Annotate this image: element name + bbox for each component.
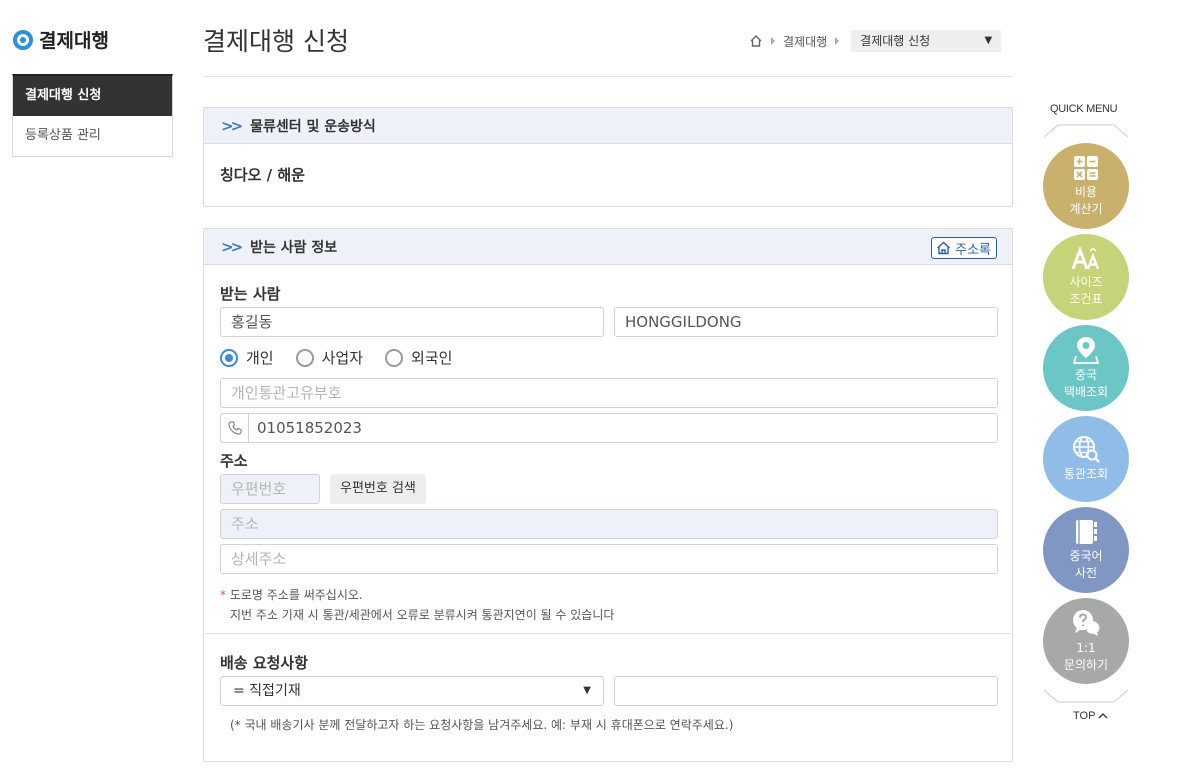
logistics-value: 칭다오 / 해운 [220,166,305,184]
address-book-button[interactable]: 주소록 [931,237,997,259]
chevron-up-icon [1098,713,1108,719]
quick-dictionary-line1: 중국어 [1069,548,1103,563]
quick-cost-line1: 비용 [1074,184,1098,199]
globe-search-icon [1073,436,1100,463]
calculator-icon [1074,155,1098,180]
quick-inquiry-line1: 1:1 [1076,640,1096,655]
quick-tracking-line2: 택배조회 [1063,384,1109,399]
radio-checked-icon [220,348,238,367]
breadcrumb-arrow-icon [771,37,775,45]
section-divider [204,633,1012,634]
delivery-request-note: (* 국내 배송기사 분께 전달하고자 하는 요청사항을 남겨주세요. 예: 부… [230,718,734,732]
page-title: 결제대행 신청 [203,27,349,56]
delivery-request-select[interactable]: = 직접기재 ▼ [220,676,604,706]
book-icon [1076,519,1097,544]
home-icon [937,241,951,255]
sidebar-title-text: 결제대행 [39,30,109,52]
recipient-name-label: 받는 사람 [220,285,281,303]
radio-foreigner-label: 외국인 [411,349,453,367]
quick-china-tracking-button[interactable]: 중국 택배조회 [1043,325,1129,411]
sidebar-title: 결제대행 [13,26,109,53]
breadcrumb: 결제대행 결제대행 신청 ▼ [749,30,1002,52]
address-note: * 도로명 주소를 써주십시오. 지번 주소 기재 시 통관/세관에서 오류로 … [220,585,614,625]
address-note-line1: 도로명 주소를 써주십시오. [229,588,363,602]
sidebar-item-payment-request[interactable]: 결제대행 신청 [13,76,172,116]
logistics-panel: >> 물류센터 및 운송방식 칭다오 / 해운 [203,107,1013,207]
quick-menu-title: QUICK MENU [1050,103,1118,115]
radio-individual-label: 개인 [246,349,274,367]
caret-down-icon: ▼ [583,685,591,696]
header-divider [203,76,1013,77]
quick-chinese-dictionary-button[interactable]: 중국어 사전 [1043,507,1129,593]
quick-dictionary-line2: 사전 [1074,565,1098,580]
quick-menu-top-frame [1044,124,1128,138]
scroll-top-button[interactable]: TOP [1073,710,1108,722]
radio-business-label: 사업자 [321,349,364,367]
recipient-panel-header: >> 받는 사람 정보 주소록 [204,229,1012,265]
quick-customs-lookup-button[interactable]: 통관조회 [1043,416,1129,502]
quick-inquiry-button[interactable]: 1:1 문의하기 [1043,598,1129,684]
address-note-line2: 지번 주소 기재 시 통관/세관에서 오류로 분류시켜 통관지연이 될 수 있습… [230,608,615,622]
zipcode-search-button[interactable]: 우편번호 검색 [330,474,426,504]
sidebar-menu: 결제대행 신청 등록상품 관리 [12,74,173,157]
question-chat-icon [1073,609,1100,636]
recipient-panel-title: 받는 사람 정보 [250,239,338,256]
radio-foreigner[interactable]: 외국인 [385,347,452,368]
radio-individual[interactable]: 개인 [220,347,274,368]
phone-input[interactable]: 01051852023 [248,413,998,443]
radio-unchecked-icon [295,348,314,367]
breadcrumb-current: 결제대행 신청 [860,34,931,48]
double-chevron-icon: >> [221,116,243,135]
address-input[interactable]: 주소 [220,509,998,539]
breadcrumb-arrow-icon [835,37,840,45]
quick-cost-line2: 계산기 [1069,201,1103,216]
font-size-icon [1071,246,1100,270]
address-detail-input[interactable]: 상세주소 [220,544,998,574]
quick-tracking-line1: 중국 [1074,367,1098,382]
recipient-name-en-input[interactable]: HONGGILDONG [614,307,998,337]
quick-cost-calculator-button[interactable]: 비용 계산기 [1043,143,1129,229]
delivery-request-label: 배송 요청사항 [220,654,309,672]
scroll-top-label: TOP [1073,710,1096,722]
logistics-panel-title: 물류센터 및 운송방식 [250,118,376,135]
target-icon [13,29,33,50]
recipient-name-kr-input[interactable]: 홍길동 [220,307,604,337]
double-chevron-icon: >> [221,237,243,256]
address-label: 주소 [220,452,248,470]
caret-down-icon: ▼ [984,35,993,46]
breadcrumb-level1[interactable]: 결제대행 [783,33,827,50]
quick-inquiry-line2: 문의하기 [1063,657,1109,672]
map-pin-icon [1073,336,1099,364]
zipcode-input[interactable]: 우편번호 [220,474,320,504]
delivery-request-selected: = 직접기재 [233,683,301,699]
address-book-label: 주소록 [955,242,991,258]
quick-size-line2: 조건표 [1069,291,1103,306]
quick-size-chart-button[interactable]: 사이즈 조건표 [1043,234,1129,320]
recipient-panel: >> 받는 사람 정보 주소록 받는 사람 홍길동 HONGGILDONG 개인… [203,228,1013,762]
logistics-panel-header: >> 물류센터 및 운송방식 [204,108,1012,144]
quick-customs-line1: 통관조회 [1063,467,1109,481]
breadcrumb-select[interactable]: 결제대행 신청 ▼ [851,30,1002,52]
phone-icon [220,413,249,443]
quick-menu-bottom-frame [1044,689,1128,703]
quick-size-line1: 사이즈 [1069,274,1103,289]
recipient-type-radio-group: 개인 사업자 외국인 [220,347,452,368]
note-star: * [220,588,226,602]
home-icon[interactable] [749,34,763,48]
customs-code-input[interactable]: 개인통관고유부호 [220,378,998,408]
sidebar-item-registered-products[interactable]: 등록상품 관리 [13,116,172,156]
delivery-request-input[interactable] [614,676,998,706]
radio-unchecked-icon [385,348,404,367]
radio-business[interactable]: 사업자 [295,347,364,368]
